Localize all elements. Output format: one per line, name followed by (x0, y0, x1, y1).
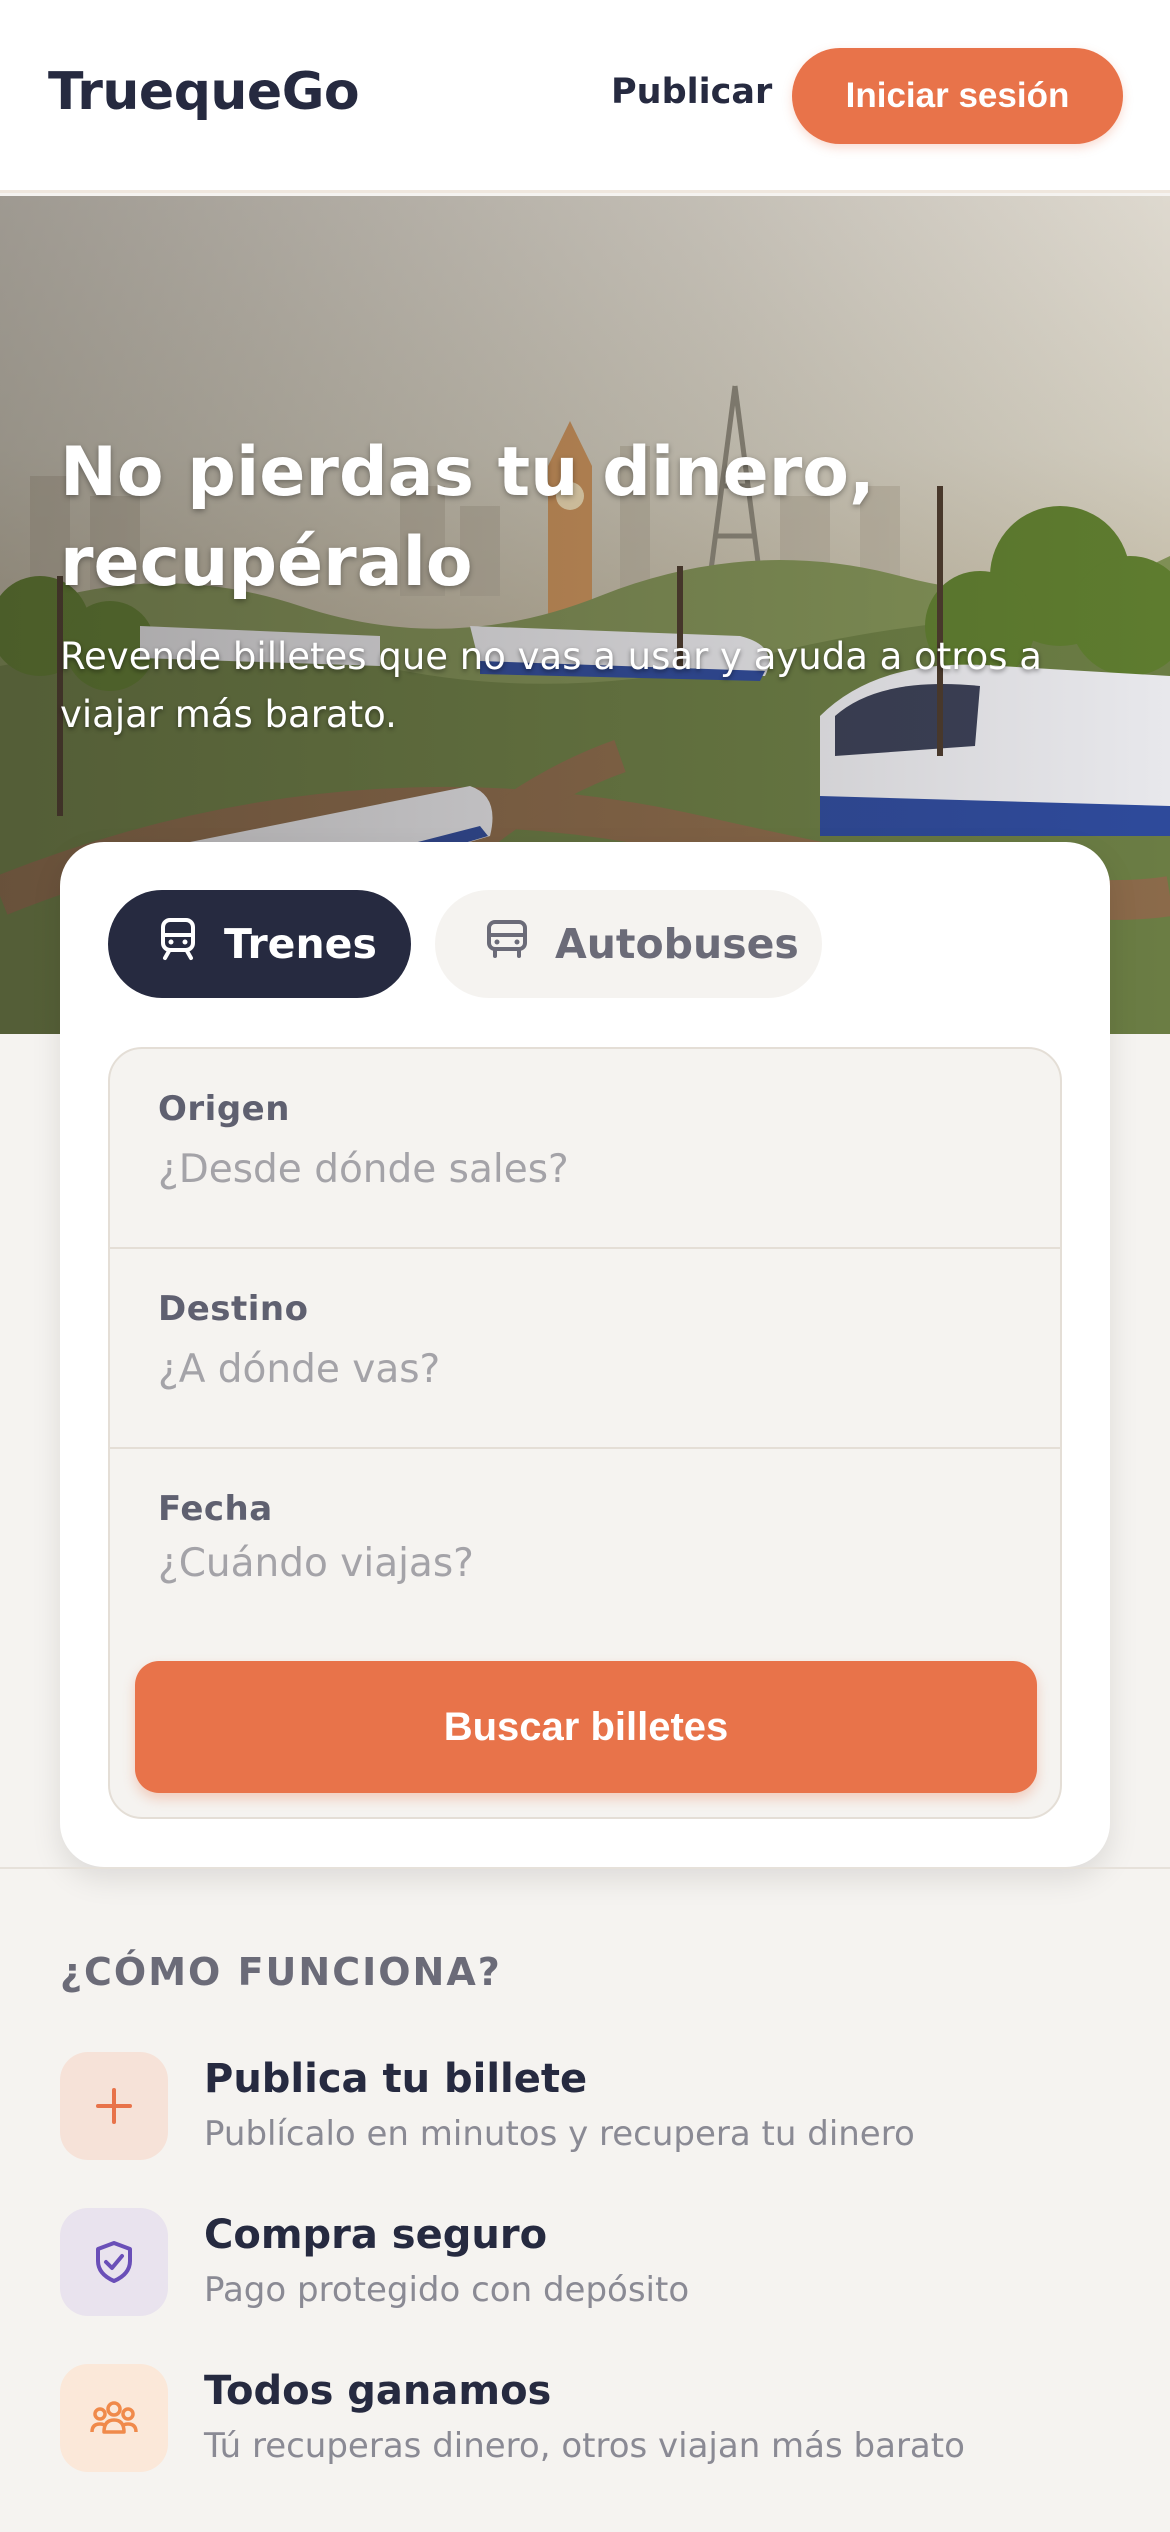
section-divider (0, 1867, 1170, 1869)
tab-trains[interactable]: Trenes (108, 890, 411, 998)
users-icon (60, 2364, 168, 2472)
how-it-works-title: ¿CÓMO FUNCIONA? (60, 1950, 502, 1994)
destination-field[interactable]: Destino (110, 1249, 1060, 1449)
app-header: TruequeGo Publicar Iniciar sesión (0, 0, 1170, 193)
search-form: Origen Destino Fecha Buscar billetes (108, 1047, 1062, 1819)
search-tickets-button[interactable]: Buscar billetes (135, 1661, 1037, 1793)
step-secure-desc: Pago protegido con depósito (204, 2270, 690, 2310)
date-label: Fecha (158, 1489, 273, 1529)
train-icon (158, 917, 198, 971)
date-field[interactable]: Fecha (110, 1449, 1060, 1649)
date-input[interactable] (158, 1541, 1008, 1586)
tab-buses-label: Autobuses (555, 920, 799, 968)
origin-input[interactable] (158, 1147, 1008, 1192)
step-everyone-wins-title: Todos ganamos (204, 2368, 552, 2414)
origin-label: Origen (158, 1089, 290, 1129)
login-button[interactable]: Iniciar sesión (792, 48, 1123, 144)
tab-buses[interactable]: Autobuses (435, 890, 822, 998)
step-secure: Compra seguro Pago protegido con depósit… (60, 2208, 1120, 2318)
hero-subtitle: Revende billetes que no vas a usar y ayu… (60, 635, 1042, 736)
destination-input[interactable] (158, 1347, 1008, 1392)
brand-logo[interactable]: TruequeGo (48, 62, 360, 122)
plus-icon (60, 2052, 168, 2160)
step-secure-title: Compra seguro (204, 2212, 548, 2258)
step-publish-title: Publica tu billete (204, 2056, 588, 2102)
destination-label: Destino (158, 1289, 309, 1329)
step-everyone-wins-desc: Tú recuperas dinero, otros viajan más ba… (204, 2426, 965, 2466)
origin-field[interactable]: Origen (110, 1049, 1060, 1249)
step-publish: Publica tu billete Publícalo en minutos … (60, 2052, 1120, 2162)
hero-title: No pierdas tu dinero, recupéralo (60, 433, 875, 602)
search-card: Trenes Autobuses Origen Destino Fecha Bu… (60, 842, 1110, 1867)
shield-check-icon (60, 2208, 168, 2316)
step-everyone-wins: Todos ganamos Tú recuperas dinero, otros… (60, 2364, 1120, 2474)
publish-link[interactable]: Publicar (611, 72, 772, 112)
tab-trains-label: Trenes (224, 920, 377, 968)
step-publish-desc: Publícalo en minutos y recupera tu diner… (204, 2114, 915, 2154)
bus-icon (485, 919, 529, 969)
